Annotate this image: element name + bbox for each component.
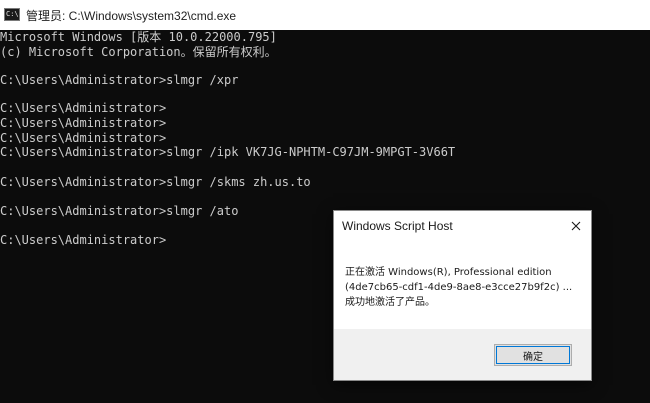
cmd-icon: C:\ <box>4 8 20 21</box>
console-line: C:\Users\Administrator> <box>0 131 167 145</box>
console-line: C:\Users\Administrator>slmgr /xpr <box>0 73 239 87</box>
dialog-message: 正在激活 Windows(R), Professional edition (4… <box>334 241 591 329</box>
window-titlebar[interactable]: C:\ 管理员: C:\Windows\system32\cmd.exe <box>0 0 650 31</box>
window-title: 管理员: C:\Windows\system32\cmd.exe <box>26 9 237 23</box>
close-button[interactable] <box>565 215 587 237</box>
close-icon <box>571 221 581 231</box>
console-line: C:\Users\Administrator> <box>0 233 167 247</box>
console-line: C:\Users\Administrator> <box>0 116 167 130</box>
console-line: C:\Users\Administrator>slmgr /ato <box>0 204 239 218</box>
message-line: 正在激活 Windows(R), Professional edition <box>345 267 552 278</box>
message-line: (4de7cb65-cdf1-4de9-8ae8-e3cce27b9f2c) .… <box>345 282 573 293</box>
message-line: 成功地激活了产品。 <box>345 297 435 308</box>
dialog-footer: 确定 <box>334 329 591 380</box>
console-line: C:\Users\Administrator>slmgr /ipk VK7JG-… <box>0 145 456 159</box>
console-line: C:\Users\Administrator>slmgr /skms zh.us… <box>0 175 311 189</box>
ok-button[interactable]: 确定 <box>494 344 572 366</box>
console-line: C:\Users\Administrator> <box>0 101 167 115</box>
dialog-title: Windows Script Host <box>342 219 453 233</box>
dialog-titlebar[interactable]: Windows Script Host <box>334 211 591 241</box>
script-host-dialog: Windows Script Host 正在激活 Windows(R), Pro… <box>333 210 592 381</box>
console-line: (c) Microsoft Corporation。保留所有权利。 <box>0 45 277 59</box>
console-line: Microsoft Windows [版本 10.0.22000.795] <box>0 30 277 44</box>
